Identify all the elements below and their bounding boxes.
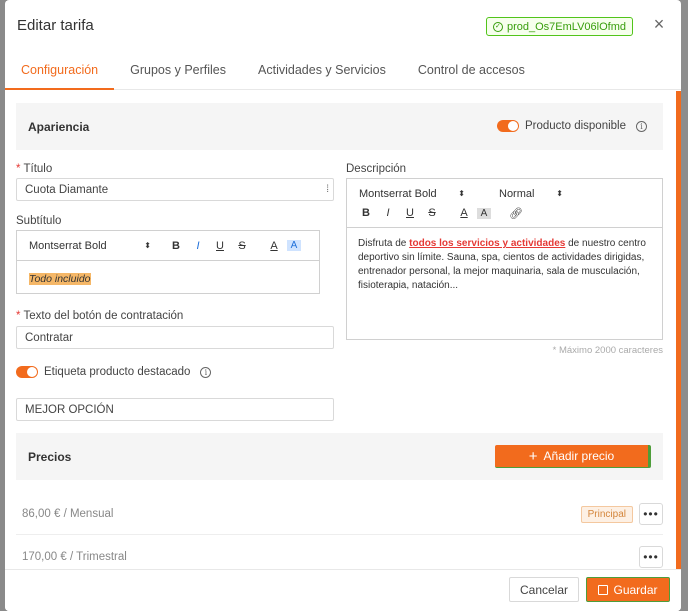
title-field[interactable]: Cuota Diamante ⁞ [16, 178, 334, 201]
section-title: Apariencia [28, 119, 90, 134]
featured-field[interactable]: MEJOR OPCIÓN [16, 398, 334, 421]
plus-icon: + [528, 447, 538, 465]
cta-field[interactable]: Contratar [16, 326, 334, 349]
cancel-button[interactable]: Cancelar [509, 577, 579, 602]
principal-badge: Principal [580, 506, 633, 523]
save-icon [598, 584, 609, 595]
price-label: 86,00 € / Mensual [22, 507, 114, 520]
font-select[interactable]: Montserrat Bold ⬍ [29, 240, 151, 252]
price-label: 170,00 € / Trimestral [22, 550, 127, 563]
background-color-button[interactable]: A [287, 240, 301, 251]
underline-button[interactable]: U [403, 207, 417, 219]
strike-button[interactable]: S [425, 207, 439, 219]
edit-rate-modal: Editar tarifa ✓ prod_Os7EmLV06lOfmd × Co… [5, 0, 681, 611]
modal-body: Apariencia Producto disponible i * Título… [5, 91, 681, 569]
background-color-button[interactable]: A [477, 207, 491, 219]
subtitle-editor: Montserrat Bold ⬍ B I U S A A Todo inclu… [16, 230, 320, 294]
tab-bar: Configuración Grupos y Perfiles Activida… [5, 50, 681, 90]
description-label: Descripción [346, 163, 407, 175]
add-price-button[interactable]: + Añadir precio [495, 445, 651, 468]
featured-toggle[interactable] [16, 366, 38, 378]
section-title: Precios [28, 449, 72, 464]
info-icon[interactable]: i [636, 120, 647, 132]
subtitle-label: Subtítulo [16, 215, 62, 227]
modal-footer: Cancelar Guardar [5, 569, 681, 611]
title-label: * Título [16, 163, 53, 175]
link-icon[interactable]: 🔗︎ [509, 207, 523, 220]
close-icon[interactable]: × [651, 15, 667, 33]
price-row[interactable]: 170,00 € / Trimestral ••• [16, 536, 663, 569]
text-color-button[interactable]: A [457, 207, 471, 219]
description-editor: Montserrat Bold ⬍ Normal ⬍ B I U S A A 🔗… [346, 178, 663, 340]
product-available-toggle[interactable] [496, 120, 519, 132]
check-circle-icon: ✓ [492, 21, 503, 32]
cta-label: * Texto del botón de contratación [16, 310, 184, 322]
description-content[interactable]: Disfruta de todos los servicios y activi… [347, 228, 662, 302]
font-select[interactable]: Montserrat Bold ⬍ [359, 188, 465, 200]
description-hint: * Máximo 2000 caracteres [552, 345, 663, 356]
modal-title: Editar tarifa [17, 16, 94, 34]
appearance-section-header: Apariencia Producto disponible i [16, 103, 663, 150]
save-button[interactable]: Guardar [586, 577, 670, 602]
tab-control-accesos[interactable]: Control de accesos [402, 63, 541, 89]
featured-label: Etiqueta producto destacado [44, 366, 191, 378]
price-row[interactable]: 86,00 € / Mensual Principal ••• [16, 493, 663, 535]
italic-button[interactable]: I [381, 207, 395, 219]
italic-button[interactable]: I [191, 240, 205, 252]
product-id-text: prod_Os7EmLV06lOfmd [506, 20, 626, 33]
strike-button[interactable]: S [235, 240, 249, 252]
backdrop [680, 0, 688, 611]
modal-header: Editar tarifa ✓ prod_Os7EmLV06lOfmd × [5, 0, 681, 50]
editor-toolbar: Montserrat Bold ⬍ B I U S A A [17, 231, 319, 261]
bold-button[interactable]: B [169, 240, 183, 252]
tab-actividades-servicios[interactable]: Actividades y Servicios [242, 63, 402, 89]
product-id-badge[interactable]: ✓ prod_Os7EmLV06lOfmd [485, 17, 633, 36]
more-options-button[interactable]: ••• [639, 503, 663, 525]
featured-row: Etiqueta producto destacado i [16, 366, 212, 378]
size-select[interactable]: Normal ⬍ [499, 188, 563, 200]
prices-section-header: Precios + Añadir precio [16, 433, 663, 480]
text-cursor-icon: ⁞ [326, 184, 329, 195]
tab-configuracion[interactable]: Configuración [5, 63, 115, 90]
editor-toolbar: Montserrat Bold ⬍ Normal ⬍ B I U S A A 🔗… [347, 179, 662, 228]
product-available-label: Producto disponible [524, 120, 626, 132]
subtitle-content[interactable]: Todo incluido [17, 261, 319, 295]
scrollbar[interactable] [676, 91, 681, 569]
more-options-button[interactable]: ••• [639, 546, 663, 568]
tab-grupos-perfiles[interactable]: Grupos y Perfiles [114, 63, 242, 89]
underline-button[interactable]: U [213, 240, 227, 252]
info-icon[interactable]: i [200, 366, 212, 378]
bold-button[interactable]: B [359, 207, 373, 219]
text-color-button[interactable]: A [267, 240, 281, 252]
